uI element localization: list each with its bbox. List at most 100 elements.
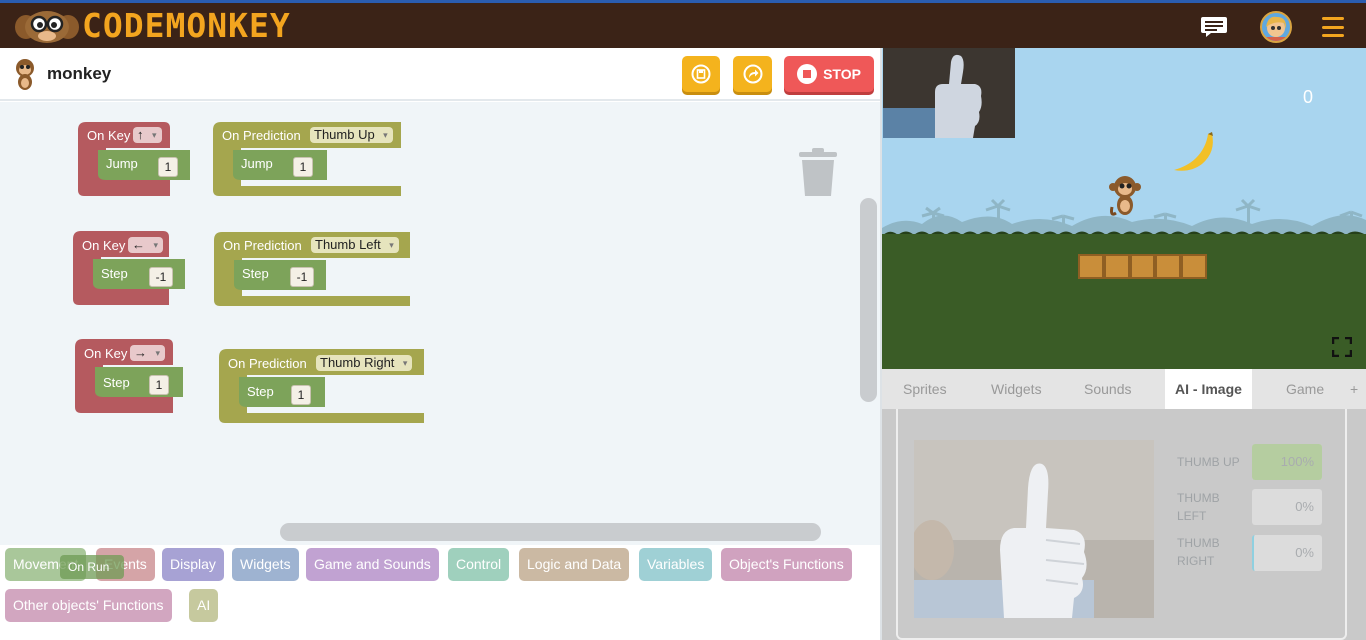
save-button[interactable] [682,56,720,92]
tab-ai-image[interactable]: AI - Image [1165,369,1252,409]
block-event-label: On Prediction [228,356,307,371]
category-display[interactable]: Display [162,548,224,581]
prediction-bar-thumb-right: 0% [1252,535,1322,571]
avatar-face-icon [1266,16,1288,41]
prediction-dropdown[interactable]: Thumb Left [311,237,399,253]
crate [1181,254,1207,279]
menu-icon[interactable] [1322,17,1344,37]
monkey-character-icon[interactable] [1108,175,1142,219]
block-action-label: Step [247,384,274,399]
vertical-scrollbar[interactable] [860,198,877,402]
project-header: monkey STOP [0,48,880,101]
block-event-label: On Key [82,238,126,253]
category-control[interactable]: Control [448,548,510,581]
tools-tab-bar: Sprites Widgets Sounds AI - Image Game + [882,369,1366,409]
block-value-input[interactable]: -1 [290,267,314,287]
crate [1155,254,1182,279]
ai-image-panel: THUMB UP 100% THUMB LEFT 0% THUMB RIGHT … [882,409,1366,640]
crate [1129,254,1156,279]
prediction-label-thumb-right-line1: THUMB [1177,536,1220,550]
fullscreen-icon[interactable] [1332,337,1352,357]
logo-code-text: CODE [82,6,166,45]
top-bar: CODEMONKEY [0,3,1366,48]
user-avatar[interactable] [1260,11,1292,43]
crate [1078,254,1104,279]
prediction-dropdown[interactable]: Thumb Up [310,127,393,143]
chat-icon[interactable] [1200,16,1230,38]
block-action-label: Jump [241,156,273,171]
stop-icon [797,64,818,84]
project-name: monkey [47,64,112,83]
prediction-bar-thumb-up: 100% [1252,444,1322,480]
category-logic-and-data[interactable]: Logic and Data [519,548,630,581]
category-game-and-sounds[interactable]: Game and Sounds [306,548,439,581]
dragged-block-ghost[interactable]: On Run [60,555,124,579]
category-other-objects-functions[interactable]: Other objects' Functions [5,589,172,622]
event-block-on-key-right[interactable]: On Key → Step 1 [75,335,195,415]
block-categories: Movement Events Display Widgets Game and… [0,545,880,640]
prediction-value: 100% [1280,454,1314,469]
logo-wordmark: CODEMONKEY [82,8,291,44]
event-block-on-prediction-thumb-left[interactable]: On Prediction Thumb Left Step -1 [214,228,414,308]
prediction-value: 0% [1295,499,1314,514]
key-dropdown[interactable]: → [130,345,165,361]
thumb-up-hand-image [914,440,1154,618]
block-action-label: Jump [106,156,138,171]
category-variables[interactable]: Variables [639,548,713,581]
prediction-dropdown[interactable]: Thumb Right [316,355,413,371]
trash-icon[interactable] [798,148,838,198]
block-event-label: On Key [87,128,131,143]
stop-button[interactable]: STOP [784,56,874,92]
block-value-input[interactable]: 1 [293,157,313,177]
prediction-label-thumb-up: THUMB UP [1177,455,1240,469]
block-value-input[interactable]: 1 [158,157,178,177]
event-block-on-prediction-thumb-up[interactable]: On Prediction Thumb Up Jump 1 [213,118,408,198]
prediction-bar-thumb-left: 0% [1252,489,1322,525]
category-objects-functions[interactable]: Object's Functions [721,548,852,581]
tab-sprites[interactable]: Sprites [903,369,947,409]
tab-widgets[interactable]: Widgets [991,369,1042,409]
crate-row [1078,254,1207,279]
share-button[interactable] [733,56,772,92]
webcam-preview-large [914,440,1154,618]
block-event-label: On Prediction [223,238,302,253]
stop-label: STOP [823,66,861,82]
category-widgets[interactable]: Widgets [232,548,299,581]
key-dropdown[interactable]: ↑ [133,127,162,143]
horizontal-scrollbar[interactable] [280,523,821,541]
event-block-on-prediction-thumb-right[interactable]: On Prediction Thumb Right Step 1 [219,345,429,425]
banana-icon [1174,132,1213,171]
drag-ghost-label: On Run [68,560,110,574]
block-value-input[interactable]: 1 [149,375,169,395]
save-icon [691,64,711,84]
thumb-up-hand-image [883,48,1015,138]
code-editor-panel: monkey STOP On Key ↑ ▾ Jump 1 On Predict… [0,48,882,640]
score-display: 0 [1303,87,1314,107]
prediction-value: 0% [1295,545,1314,560]
block-action-label: Step [101,266,128,281]
block-event-label: On Key [84,346,128,361]
share-icon [743,64,762,84]
crate [1103,254,1130,279]
logo-monkey-text: MONKEY [165,6,291,45]
tab-sounds[interactable]: Sounds [1084,369,1131,409]
game-panel: 0 Sprites Widgets Sounds AI - Image Game… [882,48,1366,640]
prediction-label-thumb-right-line2: RIGHT [1177,554,1215,568]
block-value-input[interactable]: 1 [291,385,311,405]
event-block-on-key-up[interactable]: On Key ↑ Jump 1 [78,118,198,198]
block-action-label: Step [242,266,269,281]
webcam-preview-small [883,48,1015,138]
game-stage[interactable]: 0 [882,48,1366,369]
codemonkey-logo[interactable]: CODEMONKEY [14,8,291,44]
monkey-sprite-icon [16,59,34,90]
block-action-label: Step [103,375,130,390]
category-ai[interactable]: AI [189,589,219,622]
monkey-face-icon [15,11,79,43]
tab-game[interactable]: Game [1286,369,1324,409]
tab-add[interactable]: + [1350,369,1358,409]
key-dropdown[interactable]: ← [128,237,163,253]
block-event-label: On Prediction [222,128,301,143]
prediction-label-thumb-left-line1: THUMB [1177,491,1220,505]
event-block-on-key-left[interactable]: On Key ← Step -1 [73,227,193,307]
block-value-input[interactable]: -1 [149,267,173,287]
